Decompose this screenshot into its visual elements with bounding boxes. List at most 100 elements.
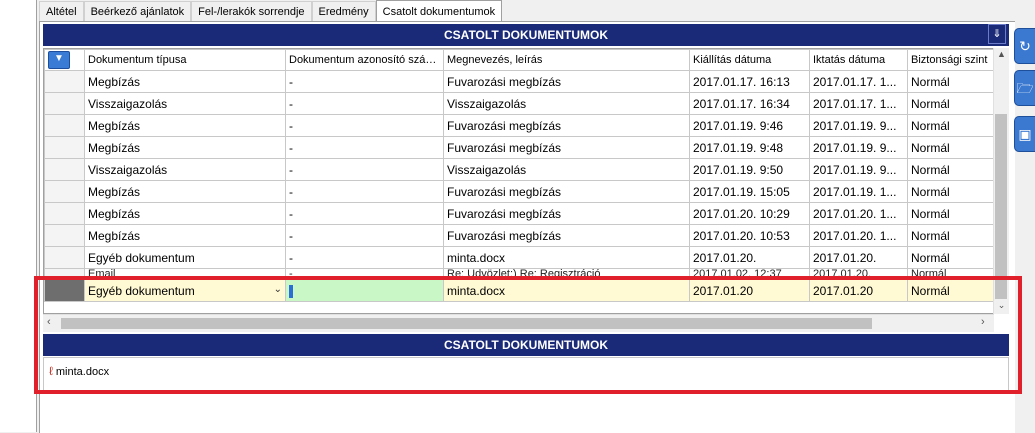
cell-reg-date[interactable]: 2017.01.19. 9... [809,114,908,137]
table-row[interactable]: Egyéb dokumentum - minta.docx 2017.01.20… [44,246,995,269]
column-header-reg-date[interactable]: Iktatás dátuma [809,49,908,71]
cell-description[interactable]: Fuvarozási megbízás [443,70,690,93]
row-header[interactable] [44,136,85,159]
cell-security[interactable]: Normál [907,246,995,269]
cell-doc-id[interactable]: - [285,224,444,247]
cell-issue-date[interactable]: 2017.01.20. 10:53 [689,224,810,247]
cell-description[interactable]: Re: Üdvözlet:) Re: Regisztráció [443,268,690,280]
cell-security[interactable]: Normál [907,92,995,115]
attachment-item[interactable]: ℓ minta.docx [49,364,109,378]
cell-doc-type[interactable]: Visszaigazolás [84,92,286,115]
table-row[interactable]: Megbízás - Fuvarozási megbízás 2017.01.2… [44,224,995,247]
tab-csatolt-dokumentumok[interactable]: Csatolt dokumentumok [375,0,503,22]
cell-issue-date[interactable]: 2017.01.19. 9:50 [689,158,810,181]
table-row-partial[interactable]: Email - Re: Üdvözlet:) Re: Regisztráció … [44,268,995,280]
cell-reg-date[interactable]: 2017.01.17. 1... [809,70,908,93]
cell-issue-date[interactable]: 2017.01.17. 16:34 [689,92,810,115]
cell-doc-id[interactable]: - [285,70,444,93]
cell-issue-date[interactable]: 2017.01.19. 9:48 [689,136,810,159]
table-row[interactable]: Megbízás - Fuvarozási megbízás 2017.01.1… [44,136,995,159]
column-header-issue-date[interactable]: Kiállítás dátuma [689,49,810,71]
table-row[interactable]: Megbízás - Fuvarozási megbízás 2017.01.2… [44,202,995,225]
row-header[interactable] [44,180,85,203]
row-header[interactable] [44,268,85,280]
cell-description[interactable]: Visszaigazolás [443,92,690,115]
cell-reg-date[interactable]: 2017.01.20 [809,279,908,302]
table-row[interactable]: Megbízás - Fuvarozási megbízás 2017.01.1… [44,180,995,203]
cell-reg-date[interactable]: 2017.01.20. 1... [809,224,908,247]
cell-description[interactable]: Fuvarozási megbízás [443,136,690,159]
tab-eredmeny[interactable]: Eredmény [311,1,376,21]
cell-doc-id[interactable]: - [285,202,444,225]
table-row[interactable]: Megbízás - Fuvarozási megbízás 2017.01.1… [44,70,995,93]
cell-doc-type[interactable]: Megbízás [84,202,286,225]
column-header-doc-id[interactable]: Dokumentum azonosító száma [285,49,444,71]
cell-description[interactable]: Fuvarozási megbízás [443,180,690,203]
tab-beerkezo-ajanlatok[interactable]: Beérkező ajánlatok [83,1,192,21]
row-header[interactable] [44,158,85,181]
row-header[interactable] [44,202,85,225]
horizontal-scroll-thumb[interactable] [61,318,872,329]
cell-reg-date[interactable]: 2017.01.20. [809,268,908,280]
tab-altetel[interactable]: Altétel [39,1,84,21]
cell-doc-id[interactable]: - [285,246,444,269]
cell-description[interactable]: Fuvarozási megbízás [443,114,690,137]
collapse-button[interactable]: ⇓ [988,24,1006,44]
table-row[interactable]: Megbízás - Fuvarozási megbízás 2017.01.1… [44,114,995,137]
doc-type-dropdown[interactable]: Egyéb dokumentum ⌄ [84,279,286,302]
row-header[interactable] [44,92,85,115]
cell-doc-id[interactable]: - [285,180,444,203]
cell-issue-date[interactable]: 2017.01.02. 12:37 [689,268,810,280]
cell-security[interactable]: Normál [907,202,995,225]
cell-security[interactable]: Normál [907,224,995,247]
cell-security[interactable]: Normál [907,158,995,181]
scroll-left-icon[interactable]: ‹ [47,316,51,328]
row-header[interactable] [44,70,85,93]
chevron-down-icon[interactable]: ⌄ [274,284,282,295]
open-folder-button[interactable]: 🗁 [1014,70,1035,106]
cell-doc-id[interactable]: - [285,92,444,115]
cell-doc-type[interactable]: Megbízás [84,114,286,137]
scroll-right-icon[interactable]: › [981,316,985,328]
cell-doc-type[interactable]: Email [84,268,286,280]
column-header-description[interactable]: Megnevezés, leírás [443,49,690,71]
cell-doc-type[interactable]: Megbízás [84,224,286,247]
cell-doc-type[interactable]: Megbízás [84,70,286,93]
cell-issue-date[interactable]: 2017.01.20. 10:29 [689,202,810,225]
cell-security[interactable]: Normál [907,136,995,159]
cell-doc-type[interactable]: Egyéb dokumentum [84,246,286,269]
cell-security[interactable]: Normál [907,279,995,302]
doc-id-input[interactable] [285,279,444,302]
cell-reg-date[interactable]: 2017.01.20. 1... [809,202,908,225]
cell-issue-date[interactable]: 2017.01.20 [689,279,810,302]
cell-description[interactable]: Fuvarozási megbízás [443,224,690,247]
table-row[interactable]: Visszaigazolás - Visszaigazolás 2017.01.… [44,158,995,181]
cell-doc-type[interactable]: Megbízás [84,136,286,159]
vertical-scroll-thumb[interactable] [995,114,1007,299]
cell-issue-date[interactable]: 2017.01.19. 9:46 [689,114,810,137]
cell-issue-date[interactable]: 2017.01.20. [689,246,810,269]
cell-reg-date[interactable]: 2017.01.20. [809,246,908,269]
row-header[interactable] [44,114,85,137]
table-row[interactable]: Visszaigazolás - Visszaigazolás 2017.01.… [44,92,995,115]
table-row-editing[interactable]: Egyéb dokumentum ⌄ minta.docx 2017.01.20 … [44,279,995,302]
cell-security[interactable]: Normál [907,114,995,137]
scroll-up-icon[interactable]: ▲ [994,49,1009,59]
row-header[interactable] [44,246,85,269]
cell-doc-id[interactable]: - [285,158,444,181]
vertical-scrollbar[interactable]: ▲ ⌄ [993,48,1009,314]
cell-issue-date[interactable]: 2017.01.17. 16:13 [689,70,810,93]
cell-reg-date[interactable]: 2017.01.19. 1... [809,180,908,203]
tab-fel-lerakok-sorrendje[interactable]: Fel-/lerakók sorrendje [191,1,312,21]
cell-doc-id[interactable]: - [285,268,444,280]
column-header-doc-type[interactable]: Dokumentum típusa [84,49,286,71]
save-button[interactable]: ▣ [1014,116,1035,152]
horizontal-scrollbar[interactable]: ‹ › [43,314,994,332]
cell-description[interactable]: minta.docx [443,279,690,302]
cell-security[interactable]: Normál [907,180,995,203]
cell-description[interactable]: minta.docx [443,246,690,269]
cell-description[interactable]: Visszaigazolás [443,158,690,181]
cell-reg-date[interactable]: 2017.01.19. 9... [809,158,908,181]
cell-doc-id[interactable]: - [285,114,444,137]
cell-doc-type[interactable]: Megbízás [84,180,286,203]
